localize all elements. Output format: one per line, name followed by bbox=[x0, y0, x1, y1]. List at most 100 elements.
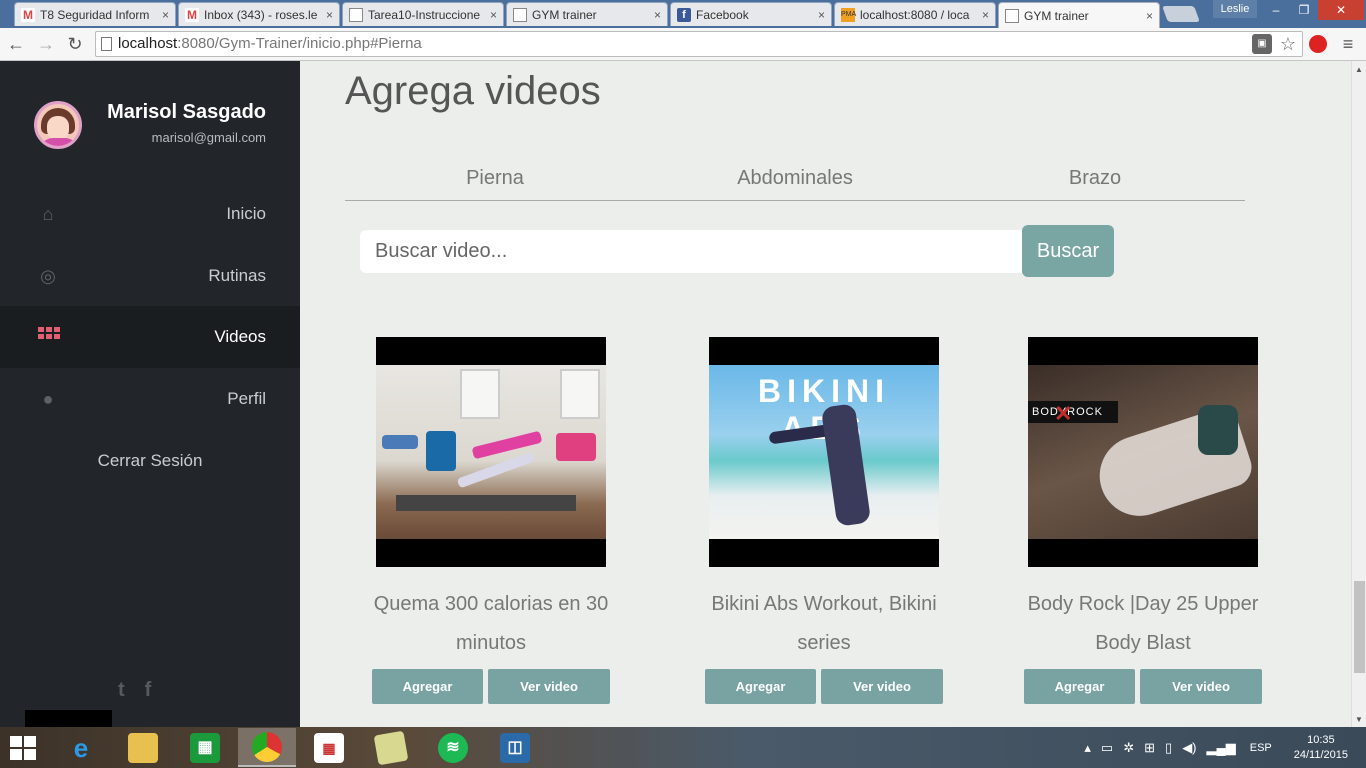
video-thumbnail[interactable] bbox=[376, 337, 606, 567]
close-tab-icon[interactable]: × bbox=[326, 8, 333, 22]
bodyrock-logo-icon: ✕ bbox=[1054, 401, 1073, 426]
minimize-icon[interactable]: – bbox=[1262, 0, 1290, 20]
system-tray: ▴ ▭ ✲ ⊞ ▯ ◀) ▂▄▆ ESP 10:35 24/11/2015 bbox=[1084, 727, 1366, 768]
taskbar: e ▦ ▦ ≋ ◫ ▴ ▭ ✲ ⊞ ▯ ◀) ▂▄▆ ESP 10:35 24/… bbox=[0, 727, 1366, 768]
add-video-button[interactable]: Agregar bbox=[1024, 669, 1135, 704]
sidebar-item-rutinas[interactable]: ◎ Rutinas bbox=[0, 245, 300, 307]
browser-tab[interactable]: M Inbox (343) - roses.le × bbox=[178, 2, 340, 26]
sidebar-item-videos[interactable]: Videos bbox=[0, 306, 300, 368]
adblock-icon[interactable] bbox=[1306, 32, 1330, 56]
new-tab-button[interactable] bbox=[1162, 6, 1200, 22]
spotify-icon[interactable]: ≋ bbox=[424, 728, 482, 767]
add-video-button[interactable]: Agregar bbox=[705, 669, 816, 704]
page-icon bbox=[101, 37, 112, 51]
video-title: Body Rock |Day 25 Upper Body Blast bbox=[1027, 593, 1259, 654]
video-thumbnail[interactable]: BIKINI ABS bbox=[709, 337, 939, 567]
browser-tab[interactable]: GYM trainer × bbox=[506, 2, 668, 26]
sidebar-item-label: Videos bbox=[214, 327, 266, 346]
document-icon bbox=[513, 7, 527, 22]
profile-badge[interactable]: Leslie bbox=[1213, 0, 1257, 18]
tab-abdominales[interactable]: Abdominales bbox=[645, 167, 945, 190]
tray-app-icon[interactable]: ▭ bbox=[1101, 740, 1113, 756]
tray-expand-icon[interactable]: ▴ bbox=[1084, 740, 1091, 756]
sidebar: Marisol Sasgado marisol@gmail.com ⌂ Inic… bbox=[0, 61, 300, 727]
tab-pierna[interactable]: Pierna bbox=[345, 167, 645, 190]
tray-app-icon[interactable]: ⊞ bbox=[1144, 740, 1155, 756]
browser-tab-active[interactable]: GYM trainer × bbox=[998, 2, 1160, 28]
close-tab-icon[interactable]: × bbox=[490, 8, 497, 22]
view-video-button[interactable]: Ver video bbox=[488, 669, 610, 704]
user-icon: ● bbox=[42, 389, 54, 409]
browser-toolbar: ← → ↻ localhost:8080/Gym-Trainer/inicio.… bbox=[0, 28, 1366, 61]
page-title: Agrega videos bbox=[345, 69, 601, 113]
page-scrollbar[interactable]: ▲ ▼ bbox=[1351, 61, 1366, 727]
twitter-icon[interactable]: t bbox=[118, 679, 125, 702]
clock-time: 10:35 bbox=[1307, 733, 1335, 746]
video-thumbnail[interactable]: BODYROCK ✕ bbox=[1028, 337, 1258, 567]
video-card: BODYROCK ✕ Body Rock |Day 25 Upper Body … bbox=[1018, 337, 1268, 704]
browser-tab-bar: M T8 Seguridad Inform × M Inbox (343) - … bbox=[0, 0, 1366, 28]
view-video-button[interactable]: Ver video bbox=[1140, 669, 1262, 704]
dribbble-icon: ◎ bbox=[40, 266, 56, 286]
search-button[interactable]: Buscar bbox=[1022, 225, 1114, 277]
stack-icon[interactable]: ◫ bbox=[486, 728, 544, 767]
document-icon bbox=[1005, 8, 1019, 23]
scroll-down-icon[interactable]: ▼ bbox=[1355, 715, 1363, 724]
url-host: localhost bbox=[118, 35, 178, 52]
clock[interactable]: 10:35 24/11/2015 bbox=[1294, 733, 1348, 763]
forward-icon[interactable]: → bbox=[34, 32, 58, 56]
browser-tab[interactable]: PMA localhost:8080 / loca × bbox=[834, 2, 996, 26]
address-bar[interactable]: localhost:8080/Gym-Trainer/inicio.php#Pi… bbox=[95, 31, 1303, 57]
view-video-button[interactable]: Ver video bbox=[821, 669, 943, 704]
add-video-button[interactable]: Agregar bbox=[372, 669, 483, 704]
battery-icon[interactable]: ▯ bbox=[1165, 740, 1172, 756]
user-email: marisol@gmail.com bbox=[151, 130, 266, 145]
facebook-icon: f bbox=[677, 7, 691, 22]
close-tab-icon[interactable]: × bbox=[982, 8, 989, 22]
chrome-menu-icon[interactable]: ≡ bbox=[1336, 32, 1360, 56]
scrollbar-thumb[interactable] bbox=[1354, 581, 1365, 673]
social-links: t f bbox=[118, 679, 151, 702]
phpmyadmin-icon: PMA bbox=[841, 7, 856, 22]
thumbnail-text: BODYROCK bbox=[1028, 401, 1118, 423]
sidebar-item-label: Rutinas bbox=[208, 266, 266, 285]
tab-brazo[interactable]: Brazo bbox=[945, 167, 1245, 190]
document-icon bbox=[349, 7, 363, 22]
maximize-icon[interactable]: ❐ bbox=[1290, 0, 1318, 20]
sidebar-item-inicio[interactable]: ⌂ Inicio bbox=[0, 183, 300, 245]
file-explorer-icon[interactable] bbox=[114, 728, 172, 767]
sidebar-footer-widget bbox=[25, 710, 112, 727]
windows-start-icon[interactable] bbox=[10, 736, 36, 760]
logout-link[interactable]: Cerrar Sesión bbox=[0, 451, 300, 471]
close-tab-icon[interactable]: × bbox=[818, 8, 825, 22]
browser-tab[interactable]: M T8 Seguridad Inform × bbox=[14, 2, 176, 26]
close-tab-icon[interactable]: × bbox=[162, 8, 169, 22]
facebook-icon[interactable]: f bbox=[145, 679, 152, 702]
sidebar-item-perfil[interactable]: ● Perfil bbox=[0, 368, 300, 430]
chrome-icon[interactable] bbox=[238, 728, 296, 767]
extension-icon[interactable]: ▣ bbox=[1252, 34, 1272, 54]
reload-icon[interactable]: ↻ bbox=[63, 32, 87, 56]
apps-icon[interactable]: ▦ bbox=[300, 728, 358, 767]
notes-icon[interactable] bbox=[362, 728, 420, 767]
video-card: Quema 300 calorias en 30 minutos Agregar… bbox=[366, 337, 616, 704]
video-title: Quema 300 calorias en 30 minutos bbox=[373, 593, 609, 654]
tray-app-icon[interactable]: ✲ bbox=[1123, 740, 1134, 756]
browser-tab[interactable]: Tarea10-Instruccione × bbox=[342, 2, 504, 26]
close-tab-icon[interactable]: × bbox=[1146, 9, 1153, 23]
browser-tab[interactable]: f Facebook × bbox=[670, 2, 832, 26]
volume-icon[interactable]: ◀) bbox=[1182, 740, 1196, 756]
bookmark-star-icon[interactable]: ☆ bbox=[1278, 34, 1298, 54]
language-indicator[interactable]: ESP bbox=[1250, 742, 1272, 754]
back-icon[interactable]: ← bbox=[4, 32, 28, 56]
close-window-icon[interactable]: ✕ bbox=[1318, 0, 1364, 20]
internet-explorer-icon[interactable]: e bbox=[52, 728, 110, 767]
scroll-up-icon[interactable]: ▲ bbox=[1355, 65, 1363, 74]
search-input[interactable] bbox=[360, 230, 1022, 273]
avatar[interactable] bbox=[34, 101, 82, 149]
close-tab-icon[interactable]: × bbox=[654, 8, 661, 22]
store-icon[interactable]: ▦ bbox=[176, 728, 234, 767]
wifi-icon[interactable]: ▂▄▆ bbox=[1207, 740, 1236, 756]
gmail-icon: M bbox=[185, 7, 199, 22]
video-title: Bikini Abs Workout, Bikini series bbox=[711, 593, 937, 654]
